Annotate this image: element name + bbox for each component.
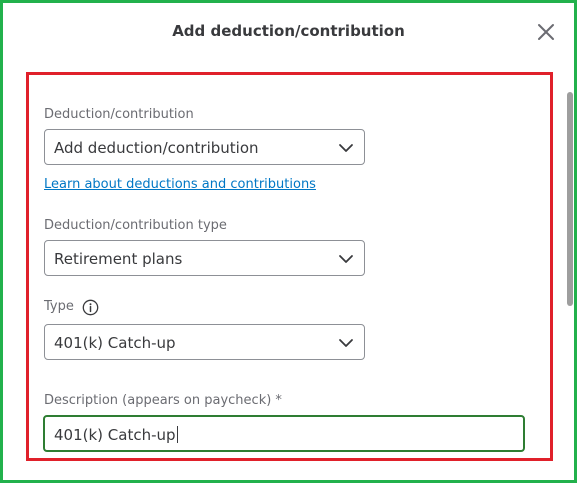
- type-select[interactable]: 401(k) Catch-up: [44, 324, 365, 360]
- chevron-down-icon: [339, 339, 353, 347]
- deduction-type-label: Deduction/contribution type: [44, 218, 227, 233]
- type-label: Type: [44, 299, 74, 314]
- close-button[interactable]: [532, 18, 560, 46]
- deduction-select-value: Add deduction/contribution: [54, 139, 259, 157]
- learn-deductions-link[interactable]: Learn about deductions and contributions: [44, 177, 316, 192]
- deduction-type-select[interactable]: Retirement plans: [44, 240, 365, 276]
- scrollbar-thumb[interactable]: [567, 92, 573, 306]
- description-input[interactable]: 401(k) Catch-up: [43, 415, 525, 452]
- dialog-title: Add deduction/contribution: [172, 22, 405, 40]
- deduction-label: Deduction/contribution: [44, 107, 194, 122]
- chevron-down-icon: [339, 144, 353, 152]
- description-input-text: 401(k) Catch-up: [54, 426, 176, 444]
- description-label: Description (appears on paycheck) *: [44, 393, 282, 408]
- dialog-scrollbar[interactable]: [566, 72, 574, 472]
- deduction-type-select-value: Retirement plans: [54, 250, 183, 268]
- type-select-value: 401(k) Catch-up: [54, 334, 176, 352]
- deduction-select[interactable]: Add deduction/contribution: [44, 129, 365, 165]
- close-icon: [538, 24, 554, 40]
- chevron-down-icon: [339, 255, 353, 263]
- description-input-value: 401(k) Catch-up: [54, 426, 178, 444]
- info-icon[interactable]: [82, 299, 99, 316]
- text-caret: [176, 426, 178, 443]
